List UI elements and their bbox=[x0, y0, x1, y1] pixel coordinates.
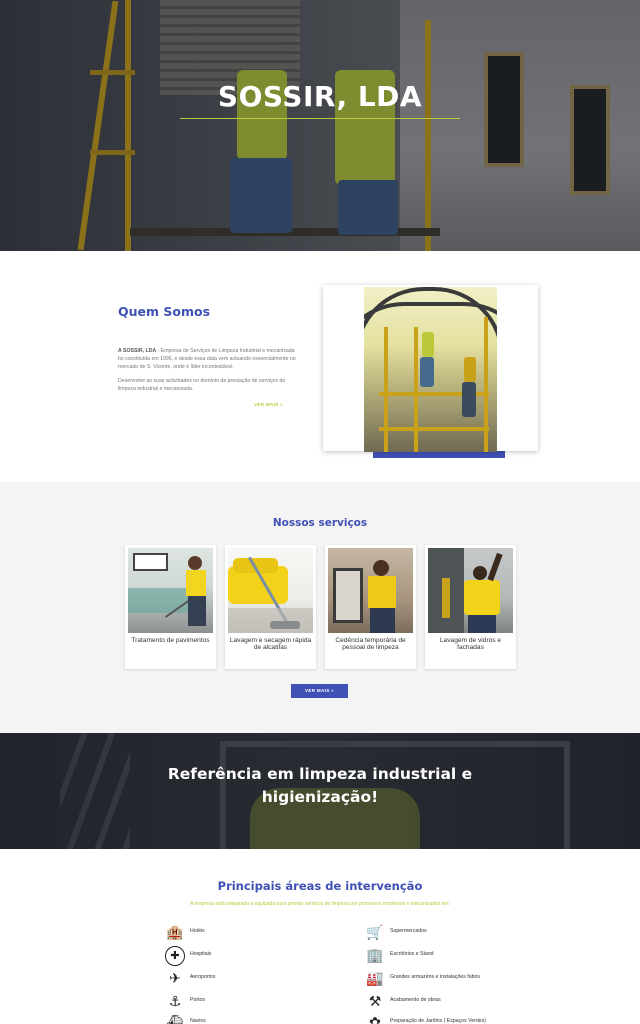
service-card-alcatifas[interactable]: Lavagem e secagem rápida de alcatifas bbox=[225, 545, 316, 669]
service-card-title: Lavagem e secagem rápida de alcatifas bbox=[229, 637, 312, 651]
area-label: Preparação de Jardins ( Espaços Verdes) bbox=[390, 1018, 487, 1024]
hero-overlay bbox=[0, 0, 640, 251]
service-image-carpet-cleaning bbox=[228, 548, 313, 633]
shopping-cart-icon: 🛒 bbox=[366, 925, 384, 941]
construction-icon: ⚒ bbox=[368, 994, 382, 1010]
area-label: Aeroportos bbox=[190, 974, 216, 980]
about-company-name: A SOSSIR, LDA bbox=[118, 348, 157, 354]
services-section: Nossos serviços Tratamento de pavimentos… bbox=[0, 482, 640, 733]
ship-icon: ⛴ bbox=[166, 1015, 184, 1024]
about-photo bbox=[364, 287, 497, 452]
service-card-title: Lavagem de vidros e fachadas bbox=[439, 637, 502, 651]
service-image-window-cleaning bbox=[428, 548, 513, 633]
areas-heading: Principais áreas de intervenção bbox=[217, 879, 423, 893]
airplane-icon: ✈ bbox=[169, 971, 181, 987]
area-label: Hospitais bbox=[190, 951, 212, 957]
area-label: Grandes armazéns e instalações fabris bbox=[390, 974, 480, 980]
hero-title-underline bbox=[180, 118, 460, 119]
service-card-title: Cedência temporária de pessoal de limpez… bbox=[335, 637, 406, 651]
service-image-floor-cleaning bbox=[128, 548, 213, 633]
areas-section: Principais áreas de intervenção A empres… bbox=[0, 849, 640, 1024]
garden-icon: ✿ bbox=[369, 1015, 381, 1024]
about-paragraph-2: Desenvolve as suas actividades no domíni… bbox=[118, 378, 286, 392]
banner-headline: Referência em limpeza industrial e higie… bbox=[167, 765, 473, 806]
area-label: Supermercados bbox=[390, 928, 427, 934]
service-card-vidros[interactable]: Lavagem de vidros e fachadas bbox=[425, 545, 516, 669]
office-icon: 🏢 bbox=[366, 948, 384, 964]
services-more-button[interactable]: VER MAIS » bbox=[291, 684, 348, 698]
factory-icon: 🏭 bbox=[366, 971, 384, 987]
area-label: Portos bbox=[190, 997, 205, 1003]
service-card-pavimentos[interactable]: Tratamento de pavimentos bbox=[125, 545, 216, 669]
hero-banner: SOSSIR, LDA bbox=[0, 0, 640, 251]
area-label: Navios bbox=[190, 1018, 206, 1024]
areas-subtitle: A empresa está preparada e equipada para… bbox=[190, 901, 450, 907]
area-label: Hotéis bbox=[190, 928, 205, 934]
anchor-icon: ⚓ bbox=[168, 994, 182, 1010]
services-heading: Nossos serviços bbox=[272, 517, 368, 529]
service-image-staff bbox=[328, 548, 413, 633]
about-more-link[interactable]: VER MAIS » bbox=[254, 402, 283, 407]
about-section: Quem Somos A SOSSIR, LDA - Empresa de Se… bbox=[0, 251, 640, 482]
about-paragraph-1: A SOSSIR, LDA - Empresa de Serviços de L… bbox=[118, 347, 296, 371]
area-label: Acabamento de obras bbox=[390, 997, 441, 1003]
service-card-title: Tratamento de pavimentos bbox=[131, 637, 210, 644]
area-label: Escritórios e Stand bbox=[390, 951, 434, 957]
hotel-icon: 🏨 bbox=[166, 925, 184, 941]
hospital-icon: ✚ bbox=[165, 946, 185, 966]
reference-banner: Referência em limpeza industrial e higie… bbox=[0, 733, 640, 849]
service-card-pessoal[interactable]: Cedência temporária de pessoal de limpez… bbox=[325, 545, 416, 669]
about-heading: Quem Somos bbox=[118, 304, 211, 319]
hero-title: SOSSIR, LDA bbox=[217, 80, 423, 113]
